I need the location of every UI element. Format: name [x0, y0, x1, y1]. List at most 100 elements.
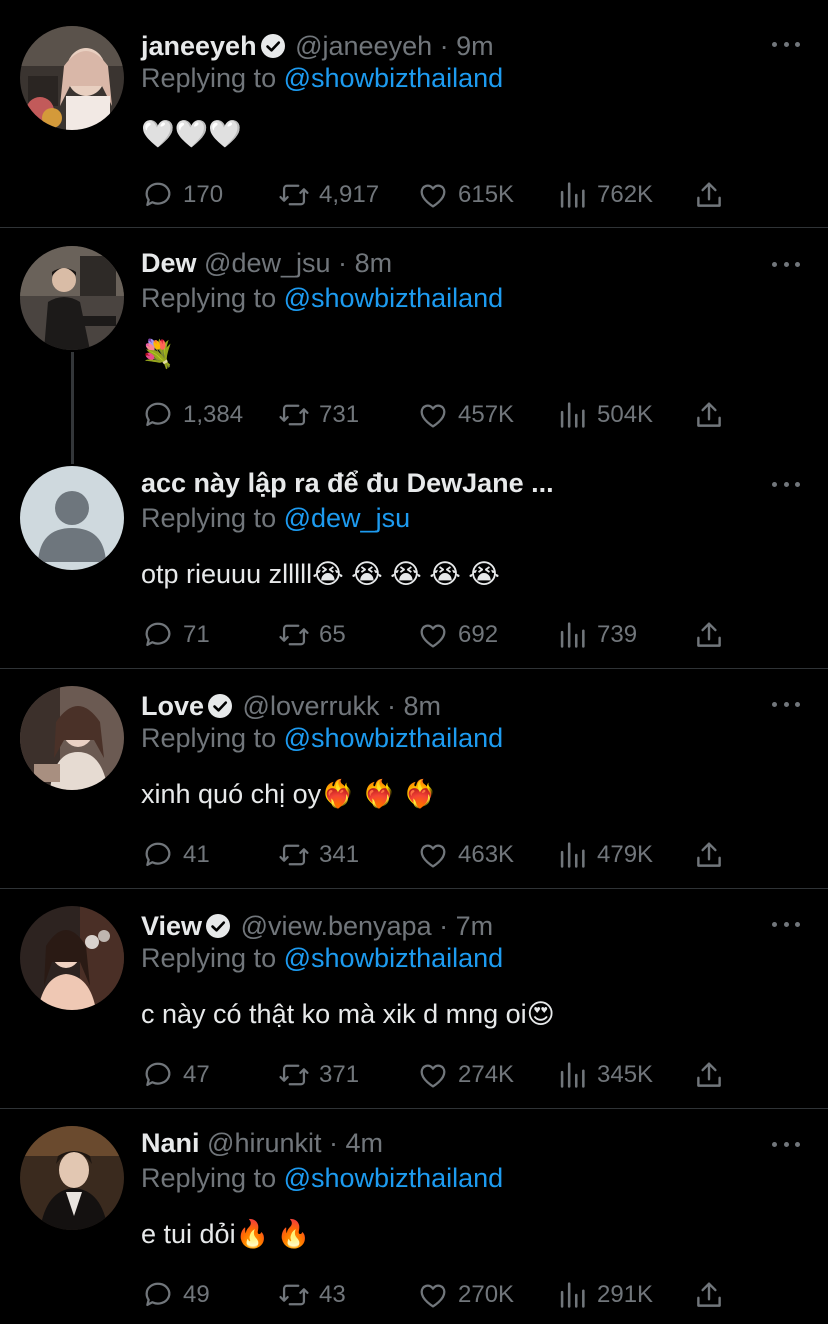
retweet-count: 371: [319, 1061, 360, 1088]
views-button[interactable]: 345K: [555, 1058, 653, 1092]
like-button[interactable]: 270K: [416, 1278, 514, 1312]
like-button[interactable]: 457K: [416, 398, 514, 432]
more-options-icon[interactable]: [772, 694, 800, 714]
tweet-divider: [0, 1108, 828, 1109]
separator-dot: ·: [439, 911, 449, 941]
replying-to-mention[interactable]: @showbizthailand: [284, 1163, 504, 1193]
display-name[interactable]: janeeyeh: [141, 31, 257, 61]
reply-count: 41: [183, 841, 210, 868]
replying-to: Replying to @showbizthailand: [141, 283, 504, 313]
more-options-icon[interactable]: [772, 474, 800, 494]
reply-button[interactable]: 71: [141, 618, 210, 652]
replying-to-mention[interactable]: @showbizthailand: [284, 63, 504, 93]
retweet-icon: [279, 624, 309, 646]
timestamp[interactable]: 4m: [346, 1128, 384, 1158]
reply-icon: [145, 1062, 171, 1087]
reply-button[interactable]: 170: [141, 178, 223, 212]
reply-button[interactable]: 49: [141, 1278, 210, 1312]
avatar-image: [20, 906, 124, 1010]
avatar-image: [20, 246, 124, 350]
replying-to-mention[interactable]: @dew_jsu: [284, 503, 410, 533]
user-handle[interactable]: @loverrukk: [243, 691, 380, 721]
reply-button[interactable]: 41: [141, 838, 210, 872]
tweet-text: otp rieuuu zlllll😭 😭 😭 😭 😭: [141, 559, 500, 589]
like-button[interactable]: 615K: [416, 178, 514, 212]
reply-button[interactable]: 1,384: [141, 398, 243, 432]
share-button[interactable]: [692, 1278, 726, 1312]
retweet-count: 341: [319, 841, 360, 868]
heart-icon: [420, 404, 446, 428]
display-name[interactable]: Love: [141, 691, 204, 721]
timestamp[interactable]: 8m: [355, 248, 393, 278]
retweet-button[interactable]: 43: [277, 1278, 346, 1312]
share-icon: [697, 402, 721, 427]
replying-to-mention[interactable]: @showbizthailand: [284, 723, 504, 753]
display-name[interactable]: acc này lập ra để đu DewJane ...: [141, 468, 554, 498]
views-chart-icon: [560, 842, 585, 868]
tweet-header: Dew @dew_jsu · 8m: [141, 245, 392, 281]
views-button[interactable]: 291K: [555, 1278, 653, 1312]
tweet-header: View @view.benyapa · 7m: [141, 908, 493, 944]
timestamp[interactable]: 8m: [404, 691, 442, 721]
like-button[interactable]: 692: [416, 618, 498, 652]
replying-to-mention[interactable]: @showbizthailand: [284, 283, 504, 313]
reply-count: 71: [183, 621, 210, 648]
retweet-button[interactable]: 731: [277, 398, 359, 432]
user-handle[interactable]: @view.benyapa: [241, 911, 432, 941]
user-handle[interactable]: @hirunkit: [207, 1128, 321, 1158]
views-button[interactable]: 739: [555, 618, 637, 652]
heart-icon: [420, 1284, 446, 1308]
tweet-text: 💐: [141, 339, 175, 369]
tweet-actions: 41 341 463K 479K: [141, 838, 741, 872]
tweet-text: e tui dỏi🔥 🔥: [141, 1219, 311, 1249]
avatar-love[interactable]: [20, 686, 124, 790]
retweet-button[interactable]: 65: [277, 618, 346, 652]
share-button[interactable]: [692, 1058, 726, 1092]
user-handle[interactable]: @janeeyeh: [295, 31, 432, 61]
tweet-divider: [0, 888, 828, 889]
share-button[interactable]: [692, 178, 726, 212]
reply-button[interactable]: 47: [141, 1058, 210, 1092]
avatar-view[interactable]: [20, 906, 124, 1010]
like-button[interactable]: 463K: [416, 838, 514, 872]
default-avatar-icon: [20, 466, 124, 570]
heart-icon: [420, 624, 446, 648]
views-count: 504K: [597, 401, 654, 428]
display-name[interactable]: View: [141, 911, 202, 941]
views-button[interactable]: 479K: [555, 838, 653, 872]
timestamp[interactable]: 9m: [456, 31, 494, 61]
views-chart-icon: [560, 182, 585, 208]
avatar-nani[interactable]: [20, 1126, 124, 1230]
replying-to: Replying to @showbizthailand: [141, 1163, 504, 1193]
like-button[interactable]: 274K: [416, 1058, 514, 1092]
more-options-icon[interactable]: [772, 34, 800, 54]
more-options-icon[interactable]: [772, 254, 800, 274]
retweet-button[interactable]: 371: [277, 1058, 359, 1092]
more-options-icon[interactable]: [772, 914, 800, 934]
user-handle[interactable]: @dew_jsu: [204, 248, 330, 278]
retweet-button[interactable]: 4,917: [277, 178, 379, 212]
like-count: 274K: [458, 1061, 515, 1088]
views-button[interactable]: 762K: [555, 178, 653, 212]
replying-to-mention[interactable]: @showbizthailand: [284, 943, 504, 973]
heart-icon: [420, 184, 446, 208]
avatar-janeeyeh[interactable]: [20, 26, 124, 130]
heart-icon: [420, 844, 446, 868]
avatar-dew[interactable]: [20, 246, 124, 350]
timestamp[interactable]: 7m: [456, 911, 494, 941]
like-count: 463K: [458, 841, 515, 868]
share-button[interactable]: [692, 618, 726, 652]
retweet-button[interactable]: 341: [277, 838, 359, 872]
replying-to: Replying to @showbizthailand: [141, 63, 504, 93]
views-count: 479K: [597, 841, 654, 868]
avatar-image: [20, 26, 124, 130]
display-name[interactable]: Dew: [141, 248, 197, 278]
more-options-icon[interactable]: [772, 1134, 800, 1154]
display-name[interactable]: Nani: [141, 1128, 200, 1158]
share-icon: [697, 182, 721, 207]
views-button[interactable]: 504K: [555, 398, 653, 432]
share-button[interactable]: [692, 398, 726, 432]
views-chart-icon: [560, 622, 585, 648]
share-button[interactable]: [692, 838, 726, 872]
avatar-default[interactable]: [20, 466, 124, 570]
